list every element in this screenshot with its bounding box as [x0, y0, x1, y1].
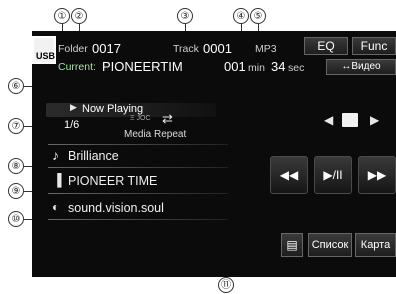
folder-label: Folder	[58, 43, 88, 55]
music-note-icon: ♪	[52, 147, 59, 163]
arrow-right-icon[interactable]: ▶	[370, 113, 379, 127]
callout-8: ⑧	[8, 158, 24, 174]
map-button[interactable]: Карта	[355, 233, 396, 257]
album-name: sound.vision.soul	[68, 201, 164, 215]
skip-previous-icon: ◀◀	[279, 168, 299, 182]
track-info-panel: ▶ Now Playing 1/6 Ξ JOC ⇄ Media Repeat ♪…	[40, 102, 228, 267]
list-icon: ▤	[286, 238, 298, 252]
callout-6: ⑥	[8, 78, 24, 94]
callout-4: ④	[233, 8, 249, 24]
current-label: Current:	[58, 61, 96, 73]
arrow-left-icon[interactable]: ◀	[324, 113, 333, 127]
track-counter: 1/6	[64, 119, 80, 131]
play-pause-button[interactable]: ▶/II	[314, 156, 352, 194]
divider	[48, 193, 228, 194]
artist-name: PIONEER TIME	[68, 174, 158, 188]
previous-track-button[interactable]: ◀◀	[270, 156, 308, 194]
list-icon-button[interactable]: ▤	[281, 233, 303, 257]
person-icon: ▐	[53, 173, 62, 187]
callout-3: ③	[177, 8, 193, 24]
head-unit-screen: USB Folder 0017 Track 0001 MP3 EQ Func C…	[32, 31, 396, 277]
callout-2: ②	[71, 8, 87, 24]
next-track-button[interactable]: ▶▶	[358, 156, 396, 194]
now-playing-label: Now Playing	[82, 103, 144, 115]
callout-1: ①	[54, 8, 70, 24]
repeat-icon[interactable]: ⇄	[162, 111, 173, 127]
callout-5: ⑤	[250, 8, 266, 24]
callout-10: ⑩	[8, 211, 24, 227]
list-button[interactable]: Список	[308, 233, 352, 257]
callout-11: ⑪	[218, 277, 234, 293]
eq-button[interactable]: EQ	[304, 37, 348, 55]
callout-9: ⑨	[8, 183, 24, 199]
repeat-tags: Ξ JOC	[130, 115, 151, 122]
play-pause-icon: ▶/II	[323, 168, 343, 182]
track-label: Track	[173, 43, 199, 55]
elapsed-seconds: 34	[271, 59, 286, 74]
play-small-icon: ▶	[70, 102, 77, 112]
callout-7: ⑦	[8, 118, 24, 134]
func-button[interactable]: Func	[352, 37, 396, 55]
song-title: Brilliance	[68, 149, 119, 163]
folder-icon[interactable]	[342, 113, 358, 127]
track-number: 0001	[203, 41, 232, 56]
divider	[48, 167, 228, 168]
minutes-label: min	[248, 62, 265, 74]
seconds-label: sec	[288, 62, 305, 74]
disc-icon: ◐	[52, 200, 60, 214]
divider	[48, 219, 228, 220]
divider	[48, 144, 228, 145]
skip-next-icon: ▶▶	[367, 168, 387, 182]
elapsed-minutes: 001	[224, 59, 246, 74]
usb-icon[interactable]: USB	[32, 36, 56, 64]
current-file-name: PIONEERTIM	[102, 59, 183, 74]
usb-label: USB	[36, 51, 56, 61]
video-switch-button[interactable]: ↔Видео	[326, 59, 396, 75]
repeat-mode-label: Media Repeat	[124, 129, 187, 140]
folder-number: 0017	[92, 41, 121, 56]
file-format: MP3	[255, 43, 277, 55]
